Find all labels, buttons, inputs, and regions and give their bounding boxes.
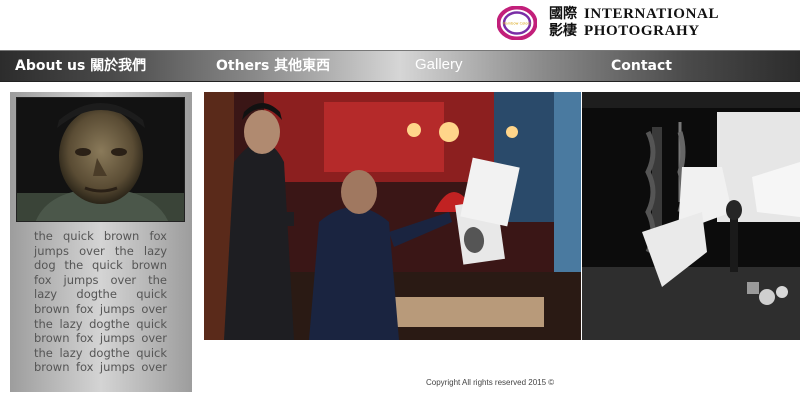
- portrait-photo: [16, 97, 185, 222]
- gallery-photo-studio[interactable]: [204, 92, 581, 340]
- site-title-en: INTERNATIONAL PHOTOGRAHY: [584, 6, 719, 40]
- nav-link-contact[interactable]: Contact: [611, 51, 672, 83]
- site-title-cjk: 國際 影棲: [549, 6, 581, 40]
- sidebar-description: the quick brown fox jumps over the lazy …: [34, 229, 167, 375]
- gallery-photo-lighting[interactable]: [582, 92, 800, 340]
- logo-icon: Rainbow Colors: [497, 6, 537, 40]
- site-title-en-line2: PHOTOGRAHY: [584, 23, 700, 39]
- nav-link-gallery[interactable]: Gallery: [415, 51, 463, 83]
- nav-link-others[interactable]: Others 其他東西: [216, 51, 330, 83]
- nav-link-about[interactable]: About us 關於我們: [15, 51, 146, 83]
- site-title-cjk-line2: 影棲: [549, 23, 577, 39]
- site-title-en-line1: INTERNATIONAL: [584, 6, 720, 22]
- logo-small-text: Rainbow Colors: [503, 22, 531, 26]
- nav-bar: About us 關於我們 Others 其他東西 Gallery Contac…: [0, 50, 800, 82]
- site-title-cjk-line1: 國際: [549, 6, 577, 22]
- copyright-text: Copyright All rights reserved 2015 ©: [426, 378, 555, 387]
